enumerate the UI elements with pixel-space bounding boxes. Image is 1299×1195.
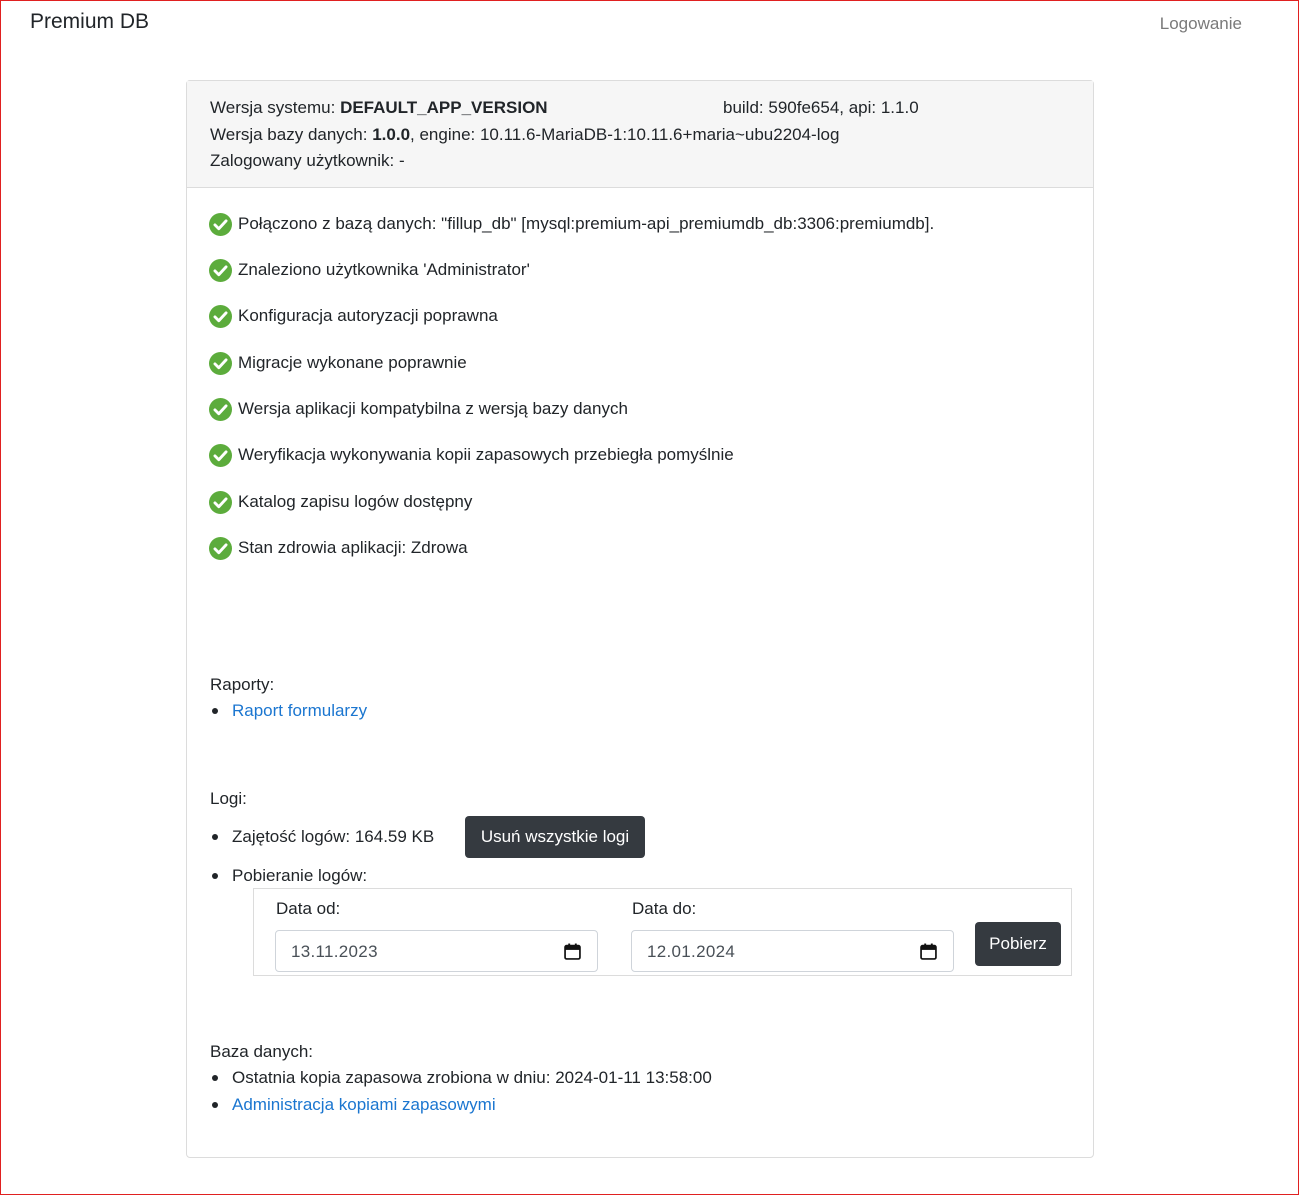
db-version-label: Wersja bazy danych: bbox=[210, 125, 373, 144]
database-label: Baza danych: bbox=[210, 1042, 314, 1061]
check-circle-icon bbox=[209, 536, 232, 560]
logs-usage: Zajętość logów: 164.59 KB bbox=[232, 827, 435, 846]
date-from-input[interactable]: 13.11.2023 bbox=[275, 930, 598, 972]
bullet bbox=[212, 1102, 218, 1108]
backup-admin-link[interactable]: Administracja kopiami zapasowymi bbox=[232, 1095, 496, 1115]
last-backup-info: Ostatnia kopia zapasowa zrobiona w dniu:… bbox=[232, 1068, 712, 1087]
card-header: Wersja systemu: DEFAULT_APP_VERSION buil… bbox=[187, 81, 1093, 188]
check-item: Znaleziono użytkownika 'Administrator' bbox=[209, 257, 530, 283]
check-item-label: Konfiguracja autoryzacji poprawna bbox=[238, 306, 498, 325]
list-item: Zajętość logów: 164.59 KB bbox=[212, 827, 435, 847]
date-from-label: Data od: bbox=[276, 899, 341, 918]
status-card: Wersja systemu: DEFAULT_APP_VERSION buil… bbox=[186, 80, 1094, 1158]
list-item: Ostatnia kopia zapasowa zrobiona w dniu:… bbox=[212, 1068, 712, 1088]
login-link[interactable]: Logowanie bbox=[1160, 14, 1242, 34]
check-item: Połączono z bazą danych: "fillup_db" [my… bbox=[209, 211, 934, 237]
list-item: Raport formularzy bbox=[212, 701, 367, 721]
db-version-line: Wersja bazy danych: 1.0.0, engine: 10.11… bbox=[210, 124, 839, 146]
check-circle-icon bbox=[209, 351, 232, 375]
log-download-form: Data od: 13.11.2023 Data do: 12.01.2024 … bbox=[253, 888, 1072, 976]
check-item-label: Wersja aplikacji kompatybilna z wersją b… bbox=[238, 399, 628, 418]
check-item-label: Weryfikacja wykonywania kopii zapasowych… bbox=[238, 445, 734, 464]
list-item: Administracja kopiami zapasowymi bbox=[212, 1095, 496, 1115]
list-item: Pobieranie logów: bbox=[212, 866, 368, 886]
system-version-value: DEFAULT_APP_VERSION bbox=[340, 98, 548, 117]
form-report-link[interactable]: Raport formularzy bbox=[232, 701, 367, 721]
logs-download-label: Pobieranie logów: bbox=[232, 866, 368, 885]
check-circle-icon bbox=[209, 212, 232, 236]
bullet bbox=[212, 708, 218, 714]
system-version-label: Wersja systemu: bbox=[210, 98, 341, 117]
db-engine: , engine: 10.11.6-MariaDB-1:10.11.6+mari… bbox=[410, 125, 840, 144]
check-item-label: Znaleziono użytkownika 'Administrator' bbox=[238, 260, 530, 279]
check-item-label: Katalog zapisu logów dostępny bbox=[238, 492, 473, 511]
download-logs-button[interactable]: Pobierz bbox=[975, 922, 1061, 966]
calendar-icon[interactable] bbox=[920, 943, 937, 960]
date-to-value: 12.01.2024 bbox=[647, 942, 736, 961]
check-item-label: Połączono z bazą danych: "fillup_db" [my… bbox=[238, 214, 935, 233]
build-info: build: 590fe654, api: 1.1.0 bbox=[723, 98, 919, 117]
check-circle-icon bbox=[209, 304, 232, 328]
reports-label: Raporty: bbox=[210, 675, 275, 694]
calendar-icon[interactable] bbox=[564, 943, 581, 960]
check-item: Konfiguracja autoryzacji poprawna bbox=[209, 303, 498, 329]
db-version-value: 1.0.0 bbox=[372, 125, 411, 144]
check-item: Migracje wykonane poprawnie bbox=[209, 350, 467, 376]
date-to-label: Data do: bbox=[632, 899, 697, 918]
navbar: Premium DB Logowanie bbox=[0, 0, 1299, 50]
delete-all-logs-button[interactable]: Usuń wszystkie logi bbox=[465, 816, 645, 858]
check-item: Stan zdrowia aplikacji: Zdrowa bbox=[209, 535, 468, 561]
system-version-line: Wersja systemu: DEFAULT_APP_VERSION bbox=[210, 97, 548, 119]
check-circle-icon bbox=[209, 258, 232, 282]
check-circle-icon bbox=[209, 490, 232, 514]
check-item: Weryfikacja wykonywania kopii zapasowych… bbox=[209, 442, 734, 468]
check-item: Katalog zapisu logów dostępny bbox=[209, 489, 472, 515]
logged-user-line: Zalogowany użytkownik: - bbox=[210, 151, 405, 170]
logs-label: Logi: bbox=[210, 789, 247, 808]
bullet bbox=[212, 1075, 218, 1081]
bullet bbox=[212, 834, 218, 840]
check-item: Wersja aplikacji kompatybilna z wersją b… bbox=[209, 396, 628, 422]
check-circle-icon bbox=[209, 443, 232, 467]
date-to-input[interactable]: 12.01.2024 bbox=[631, 930, 954, 972]
brand-link[interactable]: Premium DB bbox=[30, 10, 149, 34]
check-circle-icon bbox=[209, 397, 232, 421]
bullet bbox=[212, 873, 218, 879]
check-item-label: Migracje wykonane poprawnie bbox=[238, 353, 467, 372]
date-from-value: 13.11.2023 bbox=[291, 942, 378, 961]
check-item-label: Stan zdrowia aplikacji: Zdrowa bbox=[238, 538, 468, 557]
